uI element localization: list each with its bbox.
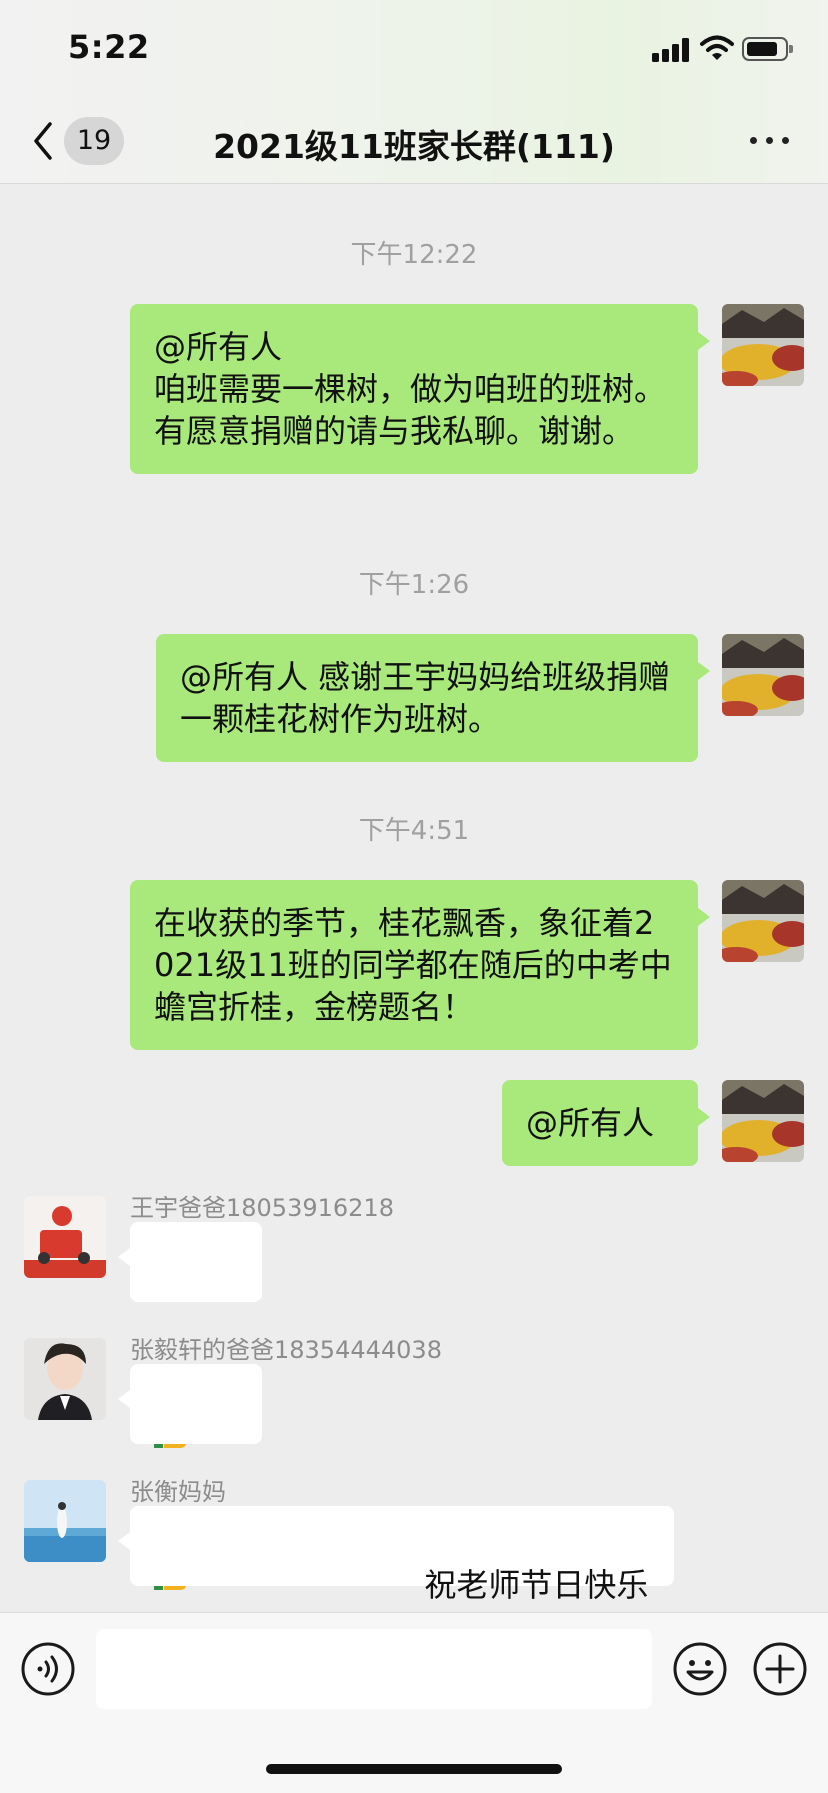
rose-icon [382,1564,422,1690]
chat-title: 2021级11班家长群(111) [213,127,615,166]
outgoing-message-bubble[interactable]: 在收获的季节，桂花飘香，象征着2021级11班的同学都在随后的中考中蟾宫折桂，金… [130,880,710,1050]
wifi-icon [700,34,734,62]
plus-icon[interactable] [752,1641,808,1697]
home-indicator [266,1764,562,1774]
status-bar: 5:22 [0,0,828,100]
rose-icon [298,1564,338,1690]
sender-name: 张衡妈妈 [130,1478,226,1506]
back-icon[interactable] [28,118,58,164]
sender-name: 王宇爸爸18053916218 [130,1194,394,1222]
thumbs-up-icon [172,1564,212,1688]
outgoing-message-bubble[interactable]: @所有人 感谢王宇妈妈给班级捐赠一颗桂花树作为班树。 [156,634,710,762]
sender-avatar[interactable] [24,1480,106,1562]
message-timestamp: 下午4:51 [358,816,470,846]
message-timestamp: 下午1:26 [358,570,470,600]
rose-icon [340,1564,380,1690]
unread-count-badge[interactable]: 19 [64,117,124,165]
message-text: 祝老师节日快乐 [424,1566,649,1604]
outgoing-message-bubble[interactable]: @所有人 [502,1080,710,1166]
my-avatar[interactable] [722,880,804,962]
incoming-message-bubble[interactable] [118,1364,262,1590]
message-timestamp: 下午12:22 [350,240,478,270]
chat-header: 19 2021级11班家长群(111) [0,100,828,184]
battery-icon [742,37,793,61]
incoming-message-bubble[interactable] [118,1222,262,1448]
incoming-message-bubble[interactable]: 祝老师节日快乐 [118,1506,674,1690]
status-time: 5:22 [68,28,150,66]
my-avatar[interactable] [722,634,804,716]
thumbs-up-icon [256,1564,296,1688]
my-avatar[interactable] [722,304,804,386]
sender-name: 张毅轩的爸爸18354444038 [130,1336,442,1364]
emoji-icon[interactable] [672,1641,728,1697]
sender-avatar[interactable] [24,1338,106,1420]
thumbs-up-icon [214,1564,254,1688]
thumbs-up-icon [172,1280,212,1404]
sender-avatar[interactable] [24,1196,106,1278]
outgoing-message-bubble[interactable]: @所有人 咱班需要一棵树，做为咱班的班树。有愿意捐赠的请与我私聊。谢谢。 [130,304,710,474]
my-avatar[interactable] [722,1080,804,1162]
more-options-icon[interactable] [748,126,792,154]
thumbs-up-icon [172,1422,212,1546]
cellular-signal-icon [652,38,692,62]
voice-icon[interactable] [20,1641,76,1697]
message-input[interactable] [96,1629,652,1709]
